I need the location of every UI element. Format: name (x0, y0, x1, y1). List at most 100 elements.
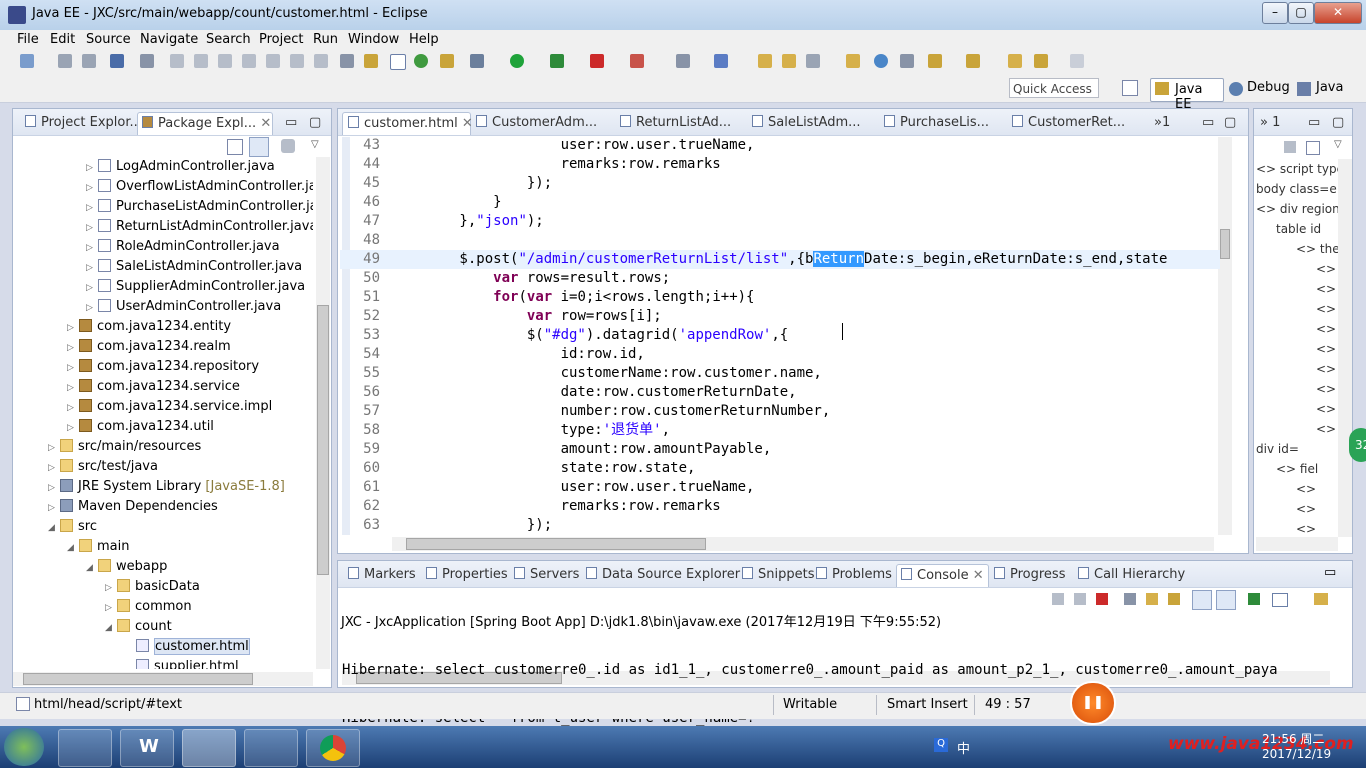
tree-item[interactable]: customer.html (124, 637, 250, 657)
tree-item[interactable]: ▷ com.java1234.repository (67, 357, 259, 377)
clock-time[interactable]: 21:56 周二 (1262, 730, 1324, 747)
tray-icons[interactable] (1000, 740, 1150, 752)
maximize-outline-icon[interactable]: ▢ (1332, 112, 1344, 134)
menu-source[interactable]: Source (86, 32, 131, 47)
open-perspective-icon[interactable] (1122, 80, 1138, 96)
new-class-icon[interactable] (714, 54, 728, 68)
code-line[interactable]: 49 $.post("/admin/customerReturnList/lis… (340, 250, 1220, 269)
tab-project-explorer[interactable]: Project Explor... (21, 112, 142, 134)
taskbar-word-icon[interactable]: W (120, 729, 174, 767)
code-line[interactable]: 59 amount:row.amountPayable, (340, 440, 1220, 459)
tree-horizontal-scrollbar[interactable] (13, 672, 313, 686)
menu-edit[interactable]: Edit (50, 32, 75, 47)
outline-item[interactable]: <> (1316, 379, 1336, 399)
tree-item[interactable]: ◢ webapp (86, 557, 167, 577)
open-type-icon[interactable] (364, 54, 378, 68)
code-line[interactable]: 58 type:'退货单', (340, 421, 1220, 440)
tab-sale-list-admin[interactable]: SaleListAdm... (752, 112, 861, 134)
coverage-icon[interactable] (550, 54, 564, 68)
open-task-icon[interactable] (846, 54, 860, 68)
run-icon[interactable] (510, 54, 524, 68)
tree-item[interactable]: ▷ common (105, 597, 192, 617)
tab-customer-html[interactable]: customer.html ✕ (342, 112, 473, 135)
code-line[interactable]: 47 },"json"); (340, 212, 1220, 231)
tree-item[interactable]: ▷ RoleAdminController.java (86, 237, 280, 257)
last-edit-icon[interactable] (1008, 54, 1022, 68)
code-line[interactable]: 60 state:row.state, (340, 459, 1220, 478)
expand-arrow-icon[interactable]: ▷ (86, 258, 98, 278)
outline-collapse-icon[interactable] (1306, 141, 1320, 155)
taskbar-mysql-icon[interactable] (244, 729, 298, 767)
toggle-mark-icon[interactable] (390, 54, 406, 70)
tree-hscroll-thumb[interactable] (23, 673, 253, 685)
menu-search[interactable]: Search (206, 32, 251, 47)
link-with-editor-icon[interactable] (249, 137, 269, 157)
tab-data-source-explorer[interactable]: Data Source Explorer (582, 564, 744, 586)
tree-item[interactable]: ▷ ReturnListAdminController.java (86, 217, 313, 237)
suspend-icon[interactable] (194, 54, 208, 68)
outline-item[interactable]: table id (1276, 219, 1321, 239)
collapse-all-icon[interactable] (227, 139, 243, 155)
expand-arrow-icon[interactable]: ◢ (67, 538, 79, 558)
code-line[interactable]: 56 date:row.customerReturnDate, (340, 383, 1220, 402)
tree-item[interactable]: ▷ com.java1234.entity (67, 317, 231, 337)
code-line[interactable]: 46 } (340, 193, 1220, 212)
prev-annotation-icon[interactable] (966, 54, 980, 68)
outline-item[interactable]: <> the (1296, 239, 1338, 259)
tree-scroll-thumb[interactable] (317, 305, 329, 575)
search-tool-icon[interactable] (900, 54, 914, 68)
tree-item[interactable]: ▷ OverflowListAdminController.java (86, 177, 313, 197)
disconnect-icon[interactable] (242, 54, 256, 68)
display-console-icon[interactable] (1272, 593, 1288, 607)
editor-horizontal-scrollbar[interactable] (392, 537, 1214, 551)
tab-package-explorer[interactable]: Package Expl... ✕ (137, 112, 273, 135)
open-console-icon[interactable] (1314, 593, 1328, 605)
close-console-icon[interactable]: ✕ (969, 568, 984, 583)
new-icon[interactable] (20, 54, 34, 68)
close-button[interactable]: ✕ (1314, 2, 1362, 24)
tree-item[interactable]: ▷ basicData (105, 577, 200, 597)
outline-item[interactable]: <> (1296, 519, 1316, 537)
maximize-button[interactable]: ▢ (1288, 2, 1314, 24)
ime-icon[interactable]: Q (934, 738, 948, 752)
outline-item[interactable]: div id= (1256, 439, 1299, 459)
code-line[interactable]: 55 customerName:row.customer.name, (340, 364, 1220, 383)
edit-icon[interactable] (806, 54, 820, 68)
step-over-icon[interactable] (290, 54, 304, 68)
tree-item[interactable]: ▷ SupplierAdminController.java (86, 277, 305, 297)
start-button[interactable] (4, 728, 44, 766)
tab-console[interactable]: Console ✕ (896, 564, 989, 587)
expand-arrow-icon[interactable]: ▷ (86, 238, 98, 258)
show-stderr-icon[interactable] (1216, 590, 1236, 610)
stop-icon[interactable] (590, 54, 604, 68)
show-stdout-icon[interactable] (1192, 590, 1212, 610)
word-wrap-icon[interactable] (1168, 593, 1180, 605)
menu-navigate[interactable]: Navigate (140, 32, 198, 47)
outline-hscrollbar[interactable] (1256, 537, 1338, 551)
code-line[interactable]: 43 user:row.user.trueName, (340, 136, 1220, 155)
pin-console-icon[interactable] (1248, 593, 1260, 605)
globe-icon[interactable] (874, 54, 888, 68)
back-icon[interactable] (1034, 54, 1048, 68)
expand-arrow-icon[interactable]: ▷ (48, 478, 60, 498)
publish-icon[interactable] (440, 54, 454, 68)
outline-item[interactable]: <> div region (1256, 199, 1338, 219)
outline-item[interactable]: <> fiel (1276, 459, 1318, 479)
open-folder-icon[interactable] (758, 54, 772, 68)
maximize-view-icon[interactable]: ▢ (309, 112, 321, 134)
expand-arrow-icon[interactable]: ▷ (48, 498, 60, 518)
menu-run[interactable]: Run (313, 32, 338, 47)
outline-filter-icon[interactable] (1284, 141, 1296, 153)
outline-item[interactable]: <> (1316, 279, 1336, 299)
code-line[interactable]: 44 remarks:row.remarks (340, 155, 1220, 174)
forward-icon[interactable] (1070, 54, 1084, 68)
outline-item[interactable]: <> (1316, 259, 1336, 279)
code-line[interactable]: 51 for(var i=0;i<rows.length;i++){ (340, 288, 1220, 307)
tree-item[interactable]: ▷ com.java1234.service (67, 377, 240, 397)
tree-item[interactable]: ▷ com.java1234.util (67, 417, 214, 437)
outline-item[interactable]: <> (1316, 339, 1336, 359)
minimize-console-icon[interactable]: ▭ (1324, 565, 1336, 580)
code-line[interactable]: 48 (340, 231, 1220, 250)
tree-item[interactable]: ▷ com.java1234.service.impl (67, 397, 272, 417)
tree-item[interactable]: supplier.html (124, 657, 239, 669)
